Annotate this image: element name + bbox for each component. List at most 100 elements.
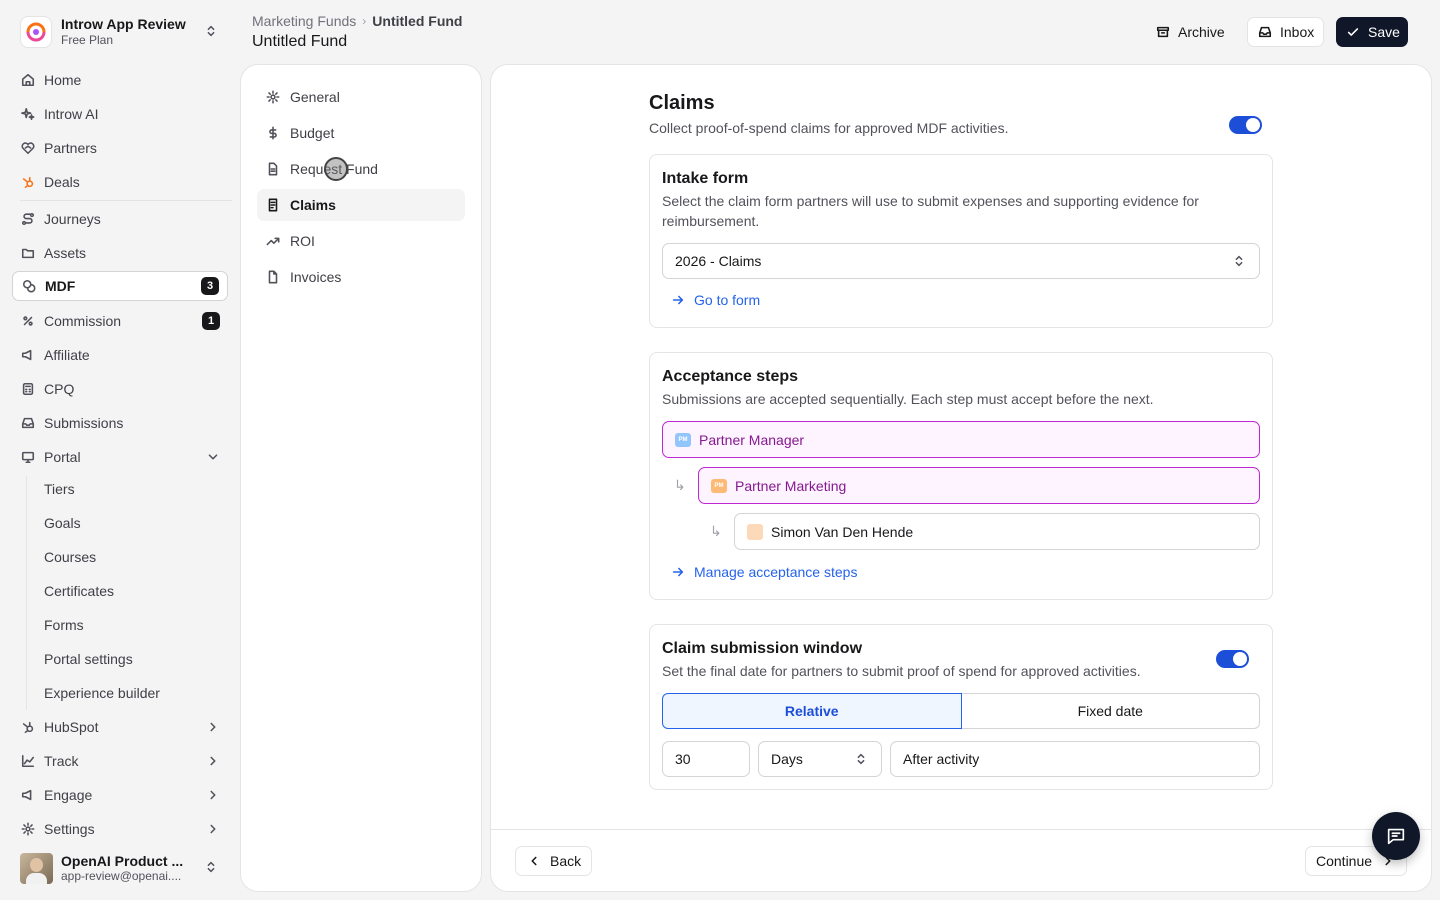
inbox-icon	[1257, 24, 1273, 40]
back-label: Back	[550, 853, 582, 869]
sidebar-item-commission[interactable]: Commission 1	[12, 306, 228, 336]
acceptance-steps-card: Acceptance steps Submissions are accepte…	[649, 352, 1273, 600]
mode-fixed-date[interactable]: Fixed date	[961, 693, 1260, 729]
card-title: Acceptance steps	[662, 368, 799, 385]
sidebar-item-home[interactable]: Home	[12, 65, 228, 95]
sidebar-item-introw-ai[interactable]: Introw AI	[12, 99, 228, 129]
acceptance-step[interactable]: PM Partner Marketing	[698, 467, 1260, 504]
card-description: Submissions are accepted sequentially. E…	[662, 391, 1154, 407]
fund-nav-roi[interactable]: ROI	[257, 225, 465, 257]
sidebar-item-label: MDF	[45, 278, 76, 294]
relation-input[interactable]: After activity	[890, 741, 1260, 777]
workspace-switcher[interactable]: Introw App Review Free Plan	[12, 8, 228, 56]
role-chip: PM	[675, 432, 691, 447]
sidebar-item-hubspot[interactable]: HubSpot	[12, 712, 228, 742]
fund-nav-budget[interactable]: Budget	[257, 117, 465, 149]
user-menu[interactable]: OpenAI Product ... app-review@openai....	[12, 846, 228, 890]
claim-form-select[interactable]: 2026 - Claims	[662, 243, 1260, 279]
sidebar-item-mdf[interactable]: MDF 3	[12, 271, 228, 301]
submenu-line	[26, 476, 27, 710]
gear-icon	[20, 821, 36, 837]
sidebar-item-cpq[interactable]: CPQ	[12, 374, 228, 404]
fund-nav-invoices[interactable]: Invoices	[257, 261, 465, 293]
inbox-label: Inbox	[1280, 24, 1315, 40]
user-email: app-review@openai....	[61, 869, 182, 883]
mouse-cursor	[324, 157, 348, 181]
section-description: Collect proof-of-spend claims for approv…	[649, 120, 1009, 136]
chevron-right-icon	[206, 720, 220, 734]
go-to-form-link[interactable]: Go to form	[670, 292, 760, 308]
sidebar-subitem-forms[interactable]: Forms	[32, 610, 228, 640]
sidebar-item-assets[interactable]: Assets	[12, 238, 228, 268]
folder-icon	[20, 245, 36, 261]
sidebar-item-track[interactable]: Track	[12, 746, 228, 776]
sidebar-item-settings[interactable]: Settings	[12, 814, 228, 844]
archive-button[interactable]: Archive	[1146, 17, 1234, 47]
mode-relative[interactable]: Relative	[662, 693, 962, 729]
sidebar-subitem-portal-settings[interactable]: Portal settings	[32, 644, 228, 674]
fund-nav-label: ROI	[290, 233, 315, 249]
amount-input[interactable]: 30	[662, 741, 750, 777]
sidebar-item-label: Partners	[44, 140, 97, 156]
panel-footer: Back Continue	[491, 829, 1431, 891]
sidebar-item-partners[interactable]: Partners	[12, 133, 228, 163]
claim-window-card: Claim submission window Set the final da…	[649, 624, 1273, 790]
sidebar-item-portal[interactable]: Portal	[12, 442, 228, 472]
sidebar-item-label: Engage	[44, 787, 93, 803]
chevron-up-down-icon	[853, 751, 869, 767]
monitor-icon	[20, 449, 36, 465]
card-description: Select the claim form partners will use …	[662, 193, 1199, 229]
file-text-icon	[265, 161, 281, 177]
fund-nav-claims[interactable]: Claims	[257, 189, 465, 221]
card-description: Set the final date for partners to submi…	[662, 663, 1141, 679]
file-icon	[265, 269, 281, 285]
save-button[interactable]: Save	[1336, 17, 1408, 47]
sidebar-item-label: Journeys	[44, 211, 101, 227]
chat-launcher-button[interactable]	[1372, 812, 1420, 860]
role-chip: PM	[711, 478, 727, 493]
fund-nav-request-fund[interactable]: Request Fund	[257, 153, 465, 185]
receipt-icon	[265, 197, 281, 213]
sidebar-item-label: Affiliate	[44, 347, 90, 363]
sidebar-item-journeys[interactable]: Journeys	[12, 204, 228, 234]
sidebar-item-deals[interactable]: Deals	[12, 167, 228, 197]
sidebar-subitem-certificates[interactable]: Certificates	[32, 576, 228, 606]
gear-icon	[265, 89, 281, 105]
trending-up-icon	[265, 233, 281, 249]
hubspot-icon	[20, 174, 36, 190]
sidebar-item-label: Portal	[44, 449, 81, 465]
breadcrumb-parent[interactable]: Marketing Funds	[252, 13, 356, 29]
sidebar-subitem-goals[interactable]: Goals	[32, 508, 228, 538]
breadcrumb: Marketing Funds › Untitled Fund	[252, 13, 462, 29]
inbox-button[interactable]: Inbox	[1247, 17, 1325, 47]
workspace-logo	[20, 16, 52, 48]
acceptance-step[interactable]: Simon Van Den Hende	[734, 513, 1260, 550]
acceptance-step[interactable]: PM Partner Manager	[662, 421, 1260, 458]
check-icon	[1345, 24, 1361, 40]
select-value: Days	[771, 751, 803, 767]
claim-window-toggle[interactable]	[1216, 650, 1249, 668]
window-mode-segmented-control: Relative Fixed date	[662, 693, 1260, 729]
breadcrumb-current: Untitled Fund	[372, 13, 463, 29]
manage-acceptance-steps-link[interactable]: Manage acceptance steps	[670, 564, 857, 580]
sidebar-item-engage[interactable]: Engage	[12, 780, 228, 810]
dollar-icon	[265, 125, 281, 141]
count-badge: 1	[202, 312, 220, 330]
back-button[interactable]: Back	[515, 846, 593, 876]
workspace-plan: Free Plan	[61, 33, 114, 47]
sidebar-item-submissions[interactable]: Submissions	[12, 408, 228, 438]
archive-label: Archive	[1178, 24, 1225, 40]
avatar	[20, 852, 53, 884]
sidebar: Introw App Review Free Plan Home Introw …	[0, 0, 240, 900]
sidebar-item-affiliate[interactable]: Affiliate	[12, 340, 228, 370]
sidebar-subitem-tiers[interactable]: Tiers	[32, 474, 228, 504]
workspace-name: Introw App Review	[61, 16, 186, 32]
sidebar-subitem-courses[interactable]: Courses	[32, 542, 228, 572]
link-label: Manage acceptance steps	[694, 564, 858, 580]
claims-enabled-toggle[interactable]	[1229, 116, 1262, 134]
sidebar-subitem-experience-builder[interactable]: Experience builder	[32, 678, 228, 708]
sidebar-item-label: Introw AI	[44, 106, 99, 122]
hubspot-icon	[20, 719, 36, 735]
fund-nav-general[interactable]: General	[257, 81, 465, 113]
unit-select[interactable]: Days	[758, 741, 882, 777]
